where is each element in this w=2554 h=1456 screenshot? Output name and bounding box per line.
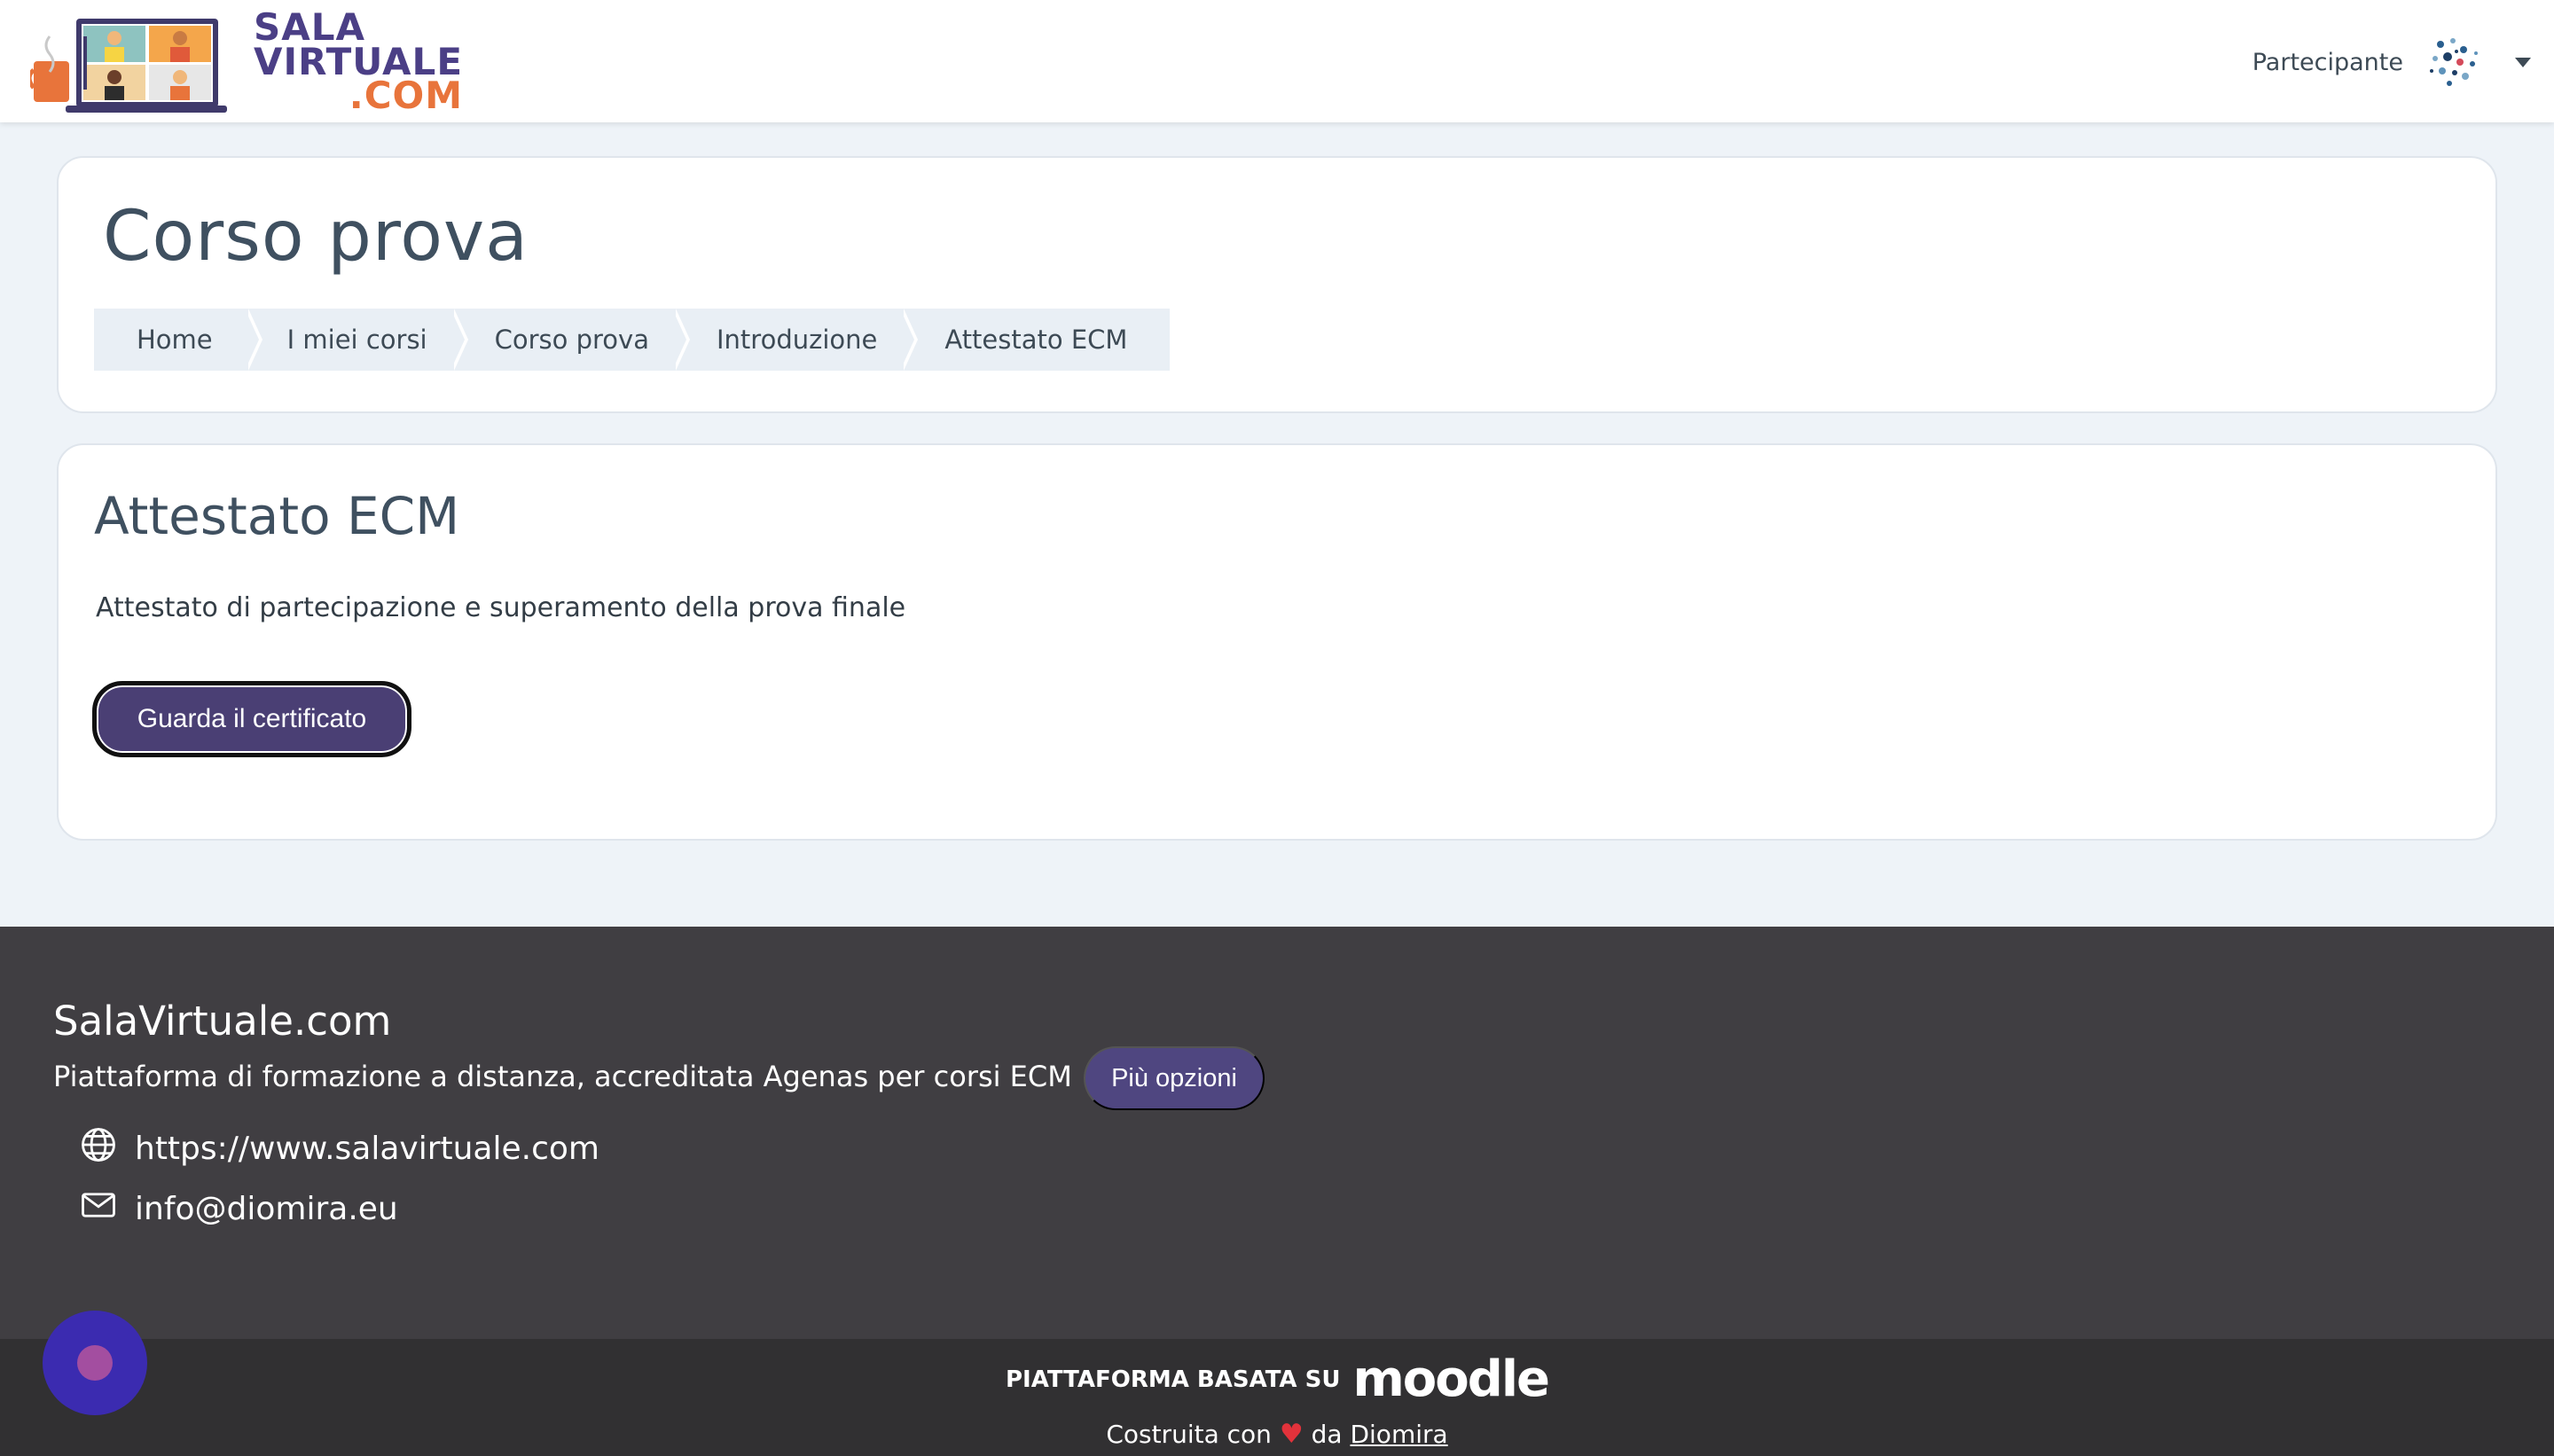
built-by-middle: da: [1311, 1420, 1343, 1449]
moodle-logo[interactable]: moodle: [1352, 1355, 1550, 1405]
powered-by-label: PIATTAFORMA BASATA SU: [1006, 1366, 1341, 1393]
logo-illustration: [27, 10, 227, 114]
built-by: Costruita con ♥ da Diomira: [0, 1419, 2554, 1450]
author-link[interactable]: Diomira: [1350, 1420, 1447, 1449]
chat-icon: [77, 1345, 113, 1381]
logo-wordmark: SALA VIRTUALE .COM: [254, 9, 464, 118]
breadcrumb-current: Attestato ECM: [923, 309, 1171, 371]
site-footer: SalaVirtuale.com Piattaforma di formazio…: [0, 927, 2554, 1339]
sub-footer: PIATTAFORMA BASATA SU moodle Costruita c…: [0, 1339, 2554, 1456]
page-header-card: Corso prova Home I miei corsi Corso prov…: [57, 156, 2497, 413]
breadcrumb-separator: [450, 309, 474, 371]
breadcrumb-course[interactable]: Corso prova: [473, 309, 676, 371]
heart-icon: ♥: [1279, 1419, 1304, 1450]
built-by-prefix: Costruita con: [1106, 1420, 1272, 1449]
view-certificate-button[interactable]: Guarda il certificato: [92, 681, 411, 757]
envelope-icon: [80, 1186, 117, 1232]
user-avatar[interactable]: [2423, 32, 2483, 92]
footer-email-row: info@diomira.eu: [80, 1186, 398, 1232]
chat-widget-button[interactable]: [43, 1311, 147, 1415]
activity-description: Attestato di partecipazione e superament…: [96, 592, 906, 623]
more-options-button[interactable]: Più opzioni: [1084, 1046, 1265, 1110]
footer-tagline: Piattaforma di formazione a distanza, ac…: [53, 1060, 1072, 1093]
breadcrumb-home[interactable]: Home: [94, 309, 248, 371]
globe-icon: [80, 1126, 117, 1171]
footer-website-link[interactable]: https://www.salavirtuale.com: [135, 1131, 599, 1167]
activity-card: Attestato ECM Attestato di partecipazion…: [57, 443, 2497, 841]
breadcrumb-separator: [900, 309, 923, 371]
user-menu-toggle[interactable]: Partecipante: [2252, 25, 2531, 99]
logo-line-3: .COM: [349, 74, 464, 118]
site-logo[interactable]: SALA VIRTUALE .COM: [27, 7, 462, 117]
powered-by: PIATTAFORMA BASATA SU moodle: [0, 1355, 2554, 1405]
breadcrumb-section[interactable]: Introduzione: [694, 309, 905, 371]
activity-title: Attestato ECM: [94, 486, 460, 546]
footer-email-link[interactable]: info@diomira.eu: [135, 1191, 398, 1227]
top-navbar: SALA VIRTUALE .COM Partecipante: [0, 0, 2554, 122]
page-title: Corso prova: [103, 197, 529, 277]
user-role-label: Partecipante: [2252, 48, 2403, 76]
breadcrumb-my-courses[interactable]: I miei corsi: [267, 309, 454, 371]
footer-website-row: https://www.salavirtuale.com: [80, 1126, 599, 1171]
breadcrumb-separator: [671, 309, 695, 371]
breadcrumb: Home I miei corsi Corso prova Introduzio…: [94, 309, 1171, 371]
breadcrumb-separator: [244, 309, 268, 371]
chevron-down-icon[interactable]: [2515, 57, 2531, 67]
footer-site-name: SalaVirtuale.com: [53, 998, 392, 1045]
